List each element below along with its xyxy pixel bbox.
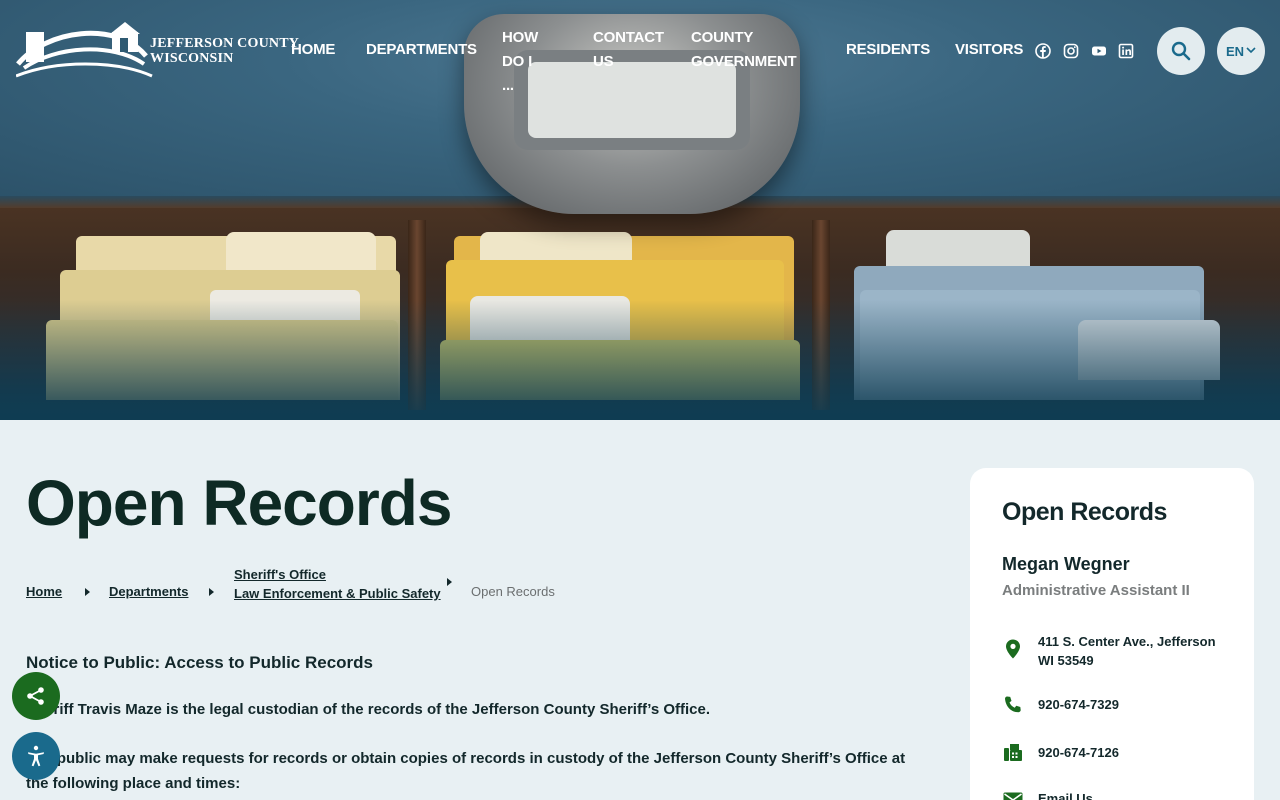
phone-text: 920-674-7329	[1038, 697, 1119, 712]
nav-residents[interactable]: RESIDENTS	[846, 38, 930, 62]
accessibility-icon	[28, 745, 44, 767]
card-title: Open Records	[1002, 498, 1167, 526]
contact-email[interactable]: Email Us	[1002, 788, 1228, 800]
nav-county-government[interactable]: COUNTY GOVERNMENT	[691, 26, 797, 74]
contact-card: Open Records Megan Wegner Administrative…	[970, 468, 1254, 800]
facebook-icon[interactable]	[1035, 43, 1051, 59]
chevron-down-icon	[1246, 47, 1256, 54]
nav-county-line1: COUNTY	[691, 29, 754, 46]
phone-icon	[1005, 696, 1021, 713]
share-icon	[27, 687, 44, 705]
language-selector[interactable]: EN	[1217, 27, 1265, 75]
logo-text-line2: WISCONSIN	[150, 51, 234, 66]
contact-phone[interactable]: 920-674-7329	[1002, 694, 1228, 716]
linkedin-icon[interactable]	[1118, 43, 1134, 59]
nav-how-do-i-line1: HOW	[502, 29, 539, 46]
map-pin-icon	[1006, 639, 1020, 659]
accessibility-button[interactable]	[12, 732, 60, 780]
notice-heading: Notice to Public: Access to Public Recor…	[26, 653, 374, 672]
chevron-right-icon	[447, 578, 452, 586]
fax-text: 920-674-7126	[1038, 745, 1119, 760]
nav-departments[interactable]: DEPARTMENTS	[366, 38, 477, 62]
chevron-right-icon	[209, 588, 214, 596]
logo-text: JEFFERSON COUNTY WISCONSIN	[150, 36, 299, 66]
language-label: EN	[1225, 43, 1245, 59]
custodian-paragraph: Sheriff Travis Maze is the legal custodi…	[26, 701, 711, 718]
breadcrumb-sheriff-line2: Law Enforcement & Public Safety	[234, 586, 441, 601]
chevron-right-icon	[85, 588, 90, 596]
contact-name: Megan Wegner	[1002, 554, 1130, 574]
address-text: 411 S. Center Ave., Jefferson WI 53549	[1038, 634, 1216, 668]
contact-fax[interactable]: 920-674-7126	[1002, 742, 1228, 764]
share-button[interactable]	[12, 672, 60, 720]
nav-contact-us[interactable]: CONTACT US	[593, 26, 664, 74]
nav-how-do-i[interactable]: HOW DO I ...	[502, 26, 538, 98]
breadcrumb-sheriff-line1: Sheriff's Office	[234, 567, 326, 582]
logo-mark-icon	[15, 22, 153, 78]
contact-role: Administrative Assistant II	[1002, 582, 1190, 599]
request-paragraph: The public may make requests for records…	[26, 750, 906, 792]
email-icon	[1003, 792, 1023, 800]
breadcrumb-departments[interactable]: Departments	[109, 584, 188, 599]
email-link[interactable]: Email Us	[1038, 788, 1228, 800]
breadcrumb-home[interactable]: Home	[26, 584, 62, 599]
page-title: Open Records	[26, 467, 452, 539]
logo-text-line1: JEFFERSON COUNTY	[150, 36, 300, 51]
breadcrumb-sheriffs-office[interactable]: Sheriff's Office Law Enforcement & Publi…	[234, 565, 441, 603]
fax-icon	[1004, 744, 1022, 761]
youtube-icon[interactable]	[1091, 43, 1107, 59]
contact-address[interactable]: 411 S. Center Ave., Jefferson WI 53549	[1002, 632, 1228, 670]
instagram-icon[interactable]	[1063, 43, 1079, 59]
search-icon	[1171, 41, 1191, 61]
breadcrumb-current: Open Records	[471, 584, 555, 599]
nav-visitors[interactable]: VISITORS	[955, 38, 1023, 62]
search-button[interactable]	[1157, 27, 1205, 75]
nav-how-do-i-line2: DO I ...	[502, 53, 533, 94]
nav-contact-line2: US	[593, 53, 614, 70]
nav-contact-line1: CONTACT	[593, 29, 664, 46]
nav-home[interactable]: HOME	[291, 38, 335, 62]
nav-county-line2: GOVERNMENT	[691, 53, 797, 70]
